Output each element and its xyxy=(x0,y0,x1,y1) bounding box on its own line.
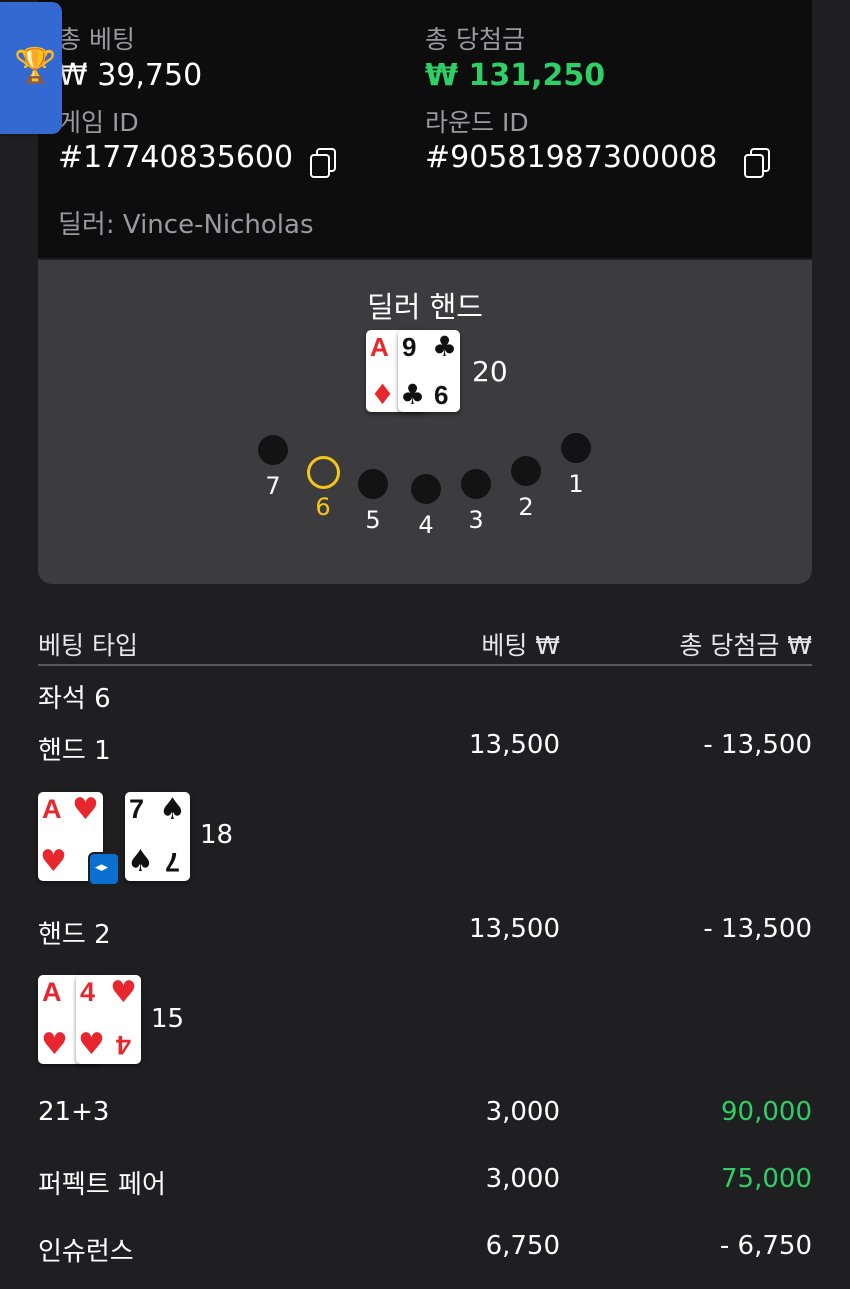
hand-1-bet: 13,500 xyxy=(469,730,560,760)
seat-5-marker[interactable] xyxy=(358,469,388,499)
dealer-card: 9 ♣ ♣ 6 xyxy=(398,330,460,412)
seat-number: 7 xyxy=(265,472,281,500)
insurance-bet: 6,750 xyxy=(485,1231,560,1261)
hand-1-card: 7 ♠ ♠ 7 xyxy=(125,792,190,881)
seat-number: 5 xyxy=(365,506,381,534)
game-id-label: 게임 ID xyxy=(58,108,139,137)
side-bet-21-3-win: 90,000 xyxy=(721,1097,812,1127)
header-divider xyxy=(38,664,812,666)
column-header-bet: 베팅 ₩ xyxy=(481,631,560,660)
dealer-table: 딜러 핸드 A ♦ 9 ♣ ♣ 6 20 7 6 5 4 3 2 1 xyxy=(38,260,812,584)
seat-number: 3 xyxy=(468,506,484,534)
game-id-value: #17740835600 xyxy=(58,140,294,175)
round-id-value: #90581987300008 xyxy=(425,140,718,175)
trophy-badge[interactable]: 🏆 xyxy=(0,2,62,134)
total-win-value: ₩ 131,250 xyxy=(425,58,606,93)
seat-1-marker[interactable] xyxy=(561,433,591,463)
hand-2-card: 4 ♥ ♥ 4 xyxy=(76,975,141,1064)
seat-label: 좌석 6 xyxy=(38,684,111,714)
seat-number: 2 xyxy=(518,493,534,521)
side-bet-21-3-bet: 3,000 xyxy=(485,1097,560,1127)
trophy-icon: 🏆 xyxy=(14,46,57,86)
round-id-label: 라운드 ID xyxy=(425,108,529,137)
seat-2-marker[interactable] xyxy=(511,456,541,486)
hand-2-bet: 13,500 xyxy=(469,914,560,944)
dealer-score: 20 xyxy=(472,355,508,388)
seat-6-marker[interactable] xyxy=(307,456,340,489)
hand-1-label: 핸드 1 xyxy=(38,736,111,766)
perfect-pair-label: 퍼펙트 페어 xyxy=(38,1170,166,1200)
insurance-win: - 6,750 xyxy=(719,1231,812,1261)
insurance-label: 인슈런스 xyxy=(38,1237,134,1267)
hand-2-win: - 13,500 xyxy=(703,914,812,944)
hand-1-score: 18 xyxy=(200,820,234,850)
column-header-bet-type: 베팅 타입 xyxy=(38,631,138,660)
split-icon: ◂▸ xyxy=(88,852,120,886)
copy-round-id-icon[interactable] xyxy=(744,148,770,178)
perfect-pair-win: 75,000 xyxy=(721,1164,812,1194)
hand-2-label: 핸드 2 xyxy=(38,920,111,950)
round-summary-panel: 총 베팅 ₩ 39,750 총 당첨금 ₩ 131,250 게임 ID #177… xyxy=(38,0,812,258)
seat-number: 6 xyxy=(315,493,331,521)
hand-2-score: 15 xyxy=(151,1004,185,1034)
seat-7-marker[interactable] xyxy=(258,435,288,465)
seat-number: 4 xyxy=(418,511,434,539)
seat-number: 1 xyxy=(568,470,584,498)
total-bet-label: 총 베팅 xyxy=(58,25,135,54)
hand-1-win: - 13,500 xyxy=(703,730,812,760)
copy-game-id-icon[interactable] xyxy=(310,148,336,178)
total-win-label: 총 당첨금 xyxy=(425,25,525,54)
side-bet-21-3-label: 21+3 xyxy=(38,1097,110,1127)
seat-3-marker[interactable] xyxy=(461,469,491,499)
dealer-name: 딜러: Vince-Nicholas xyxy=(58,210,314,240)
dealer-hand-title: 딜러 핸드 xyxy=(367,290,483,324)
perfect-pair-bet: 3,000 xyxy=(485,1164,560,1194)
seat-4-marker[interactable] xyxy=(411,474,441,504)
total-bet-value: ₩ 39,750 xyxy=(58,58,203,93)
column-header-total-win: 총 당첨금 ₩ xyxy=(679,631,812,660)
